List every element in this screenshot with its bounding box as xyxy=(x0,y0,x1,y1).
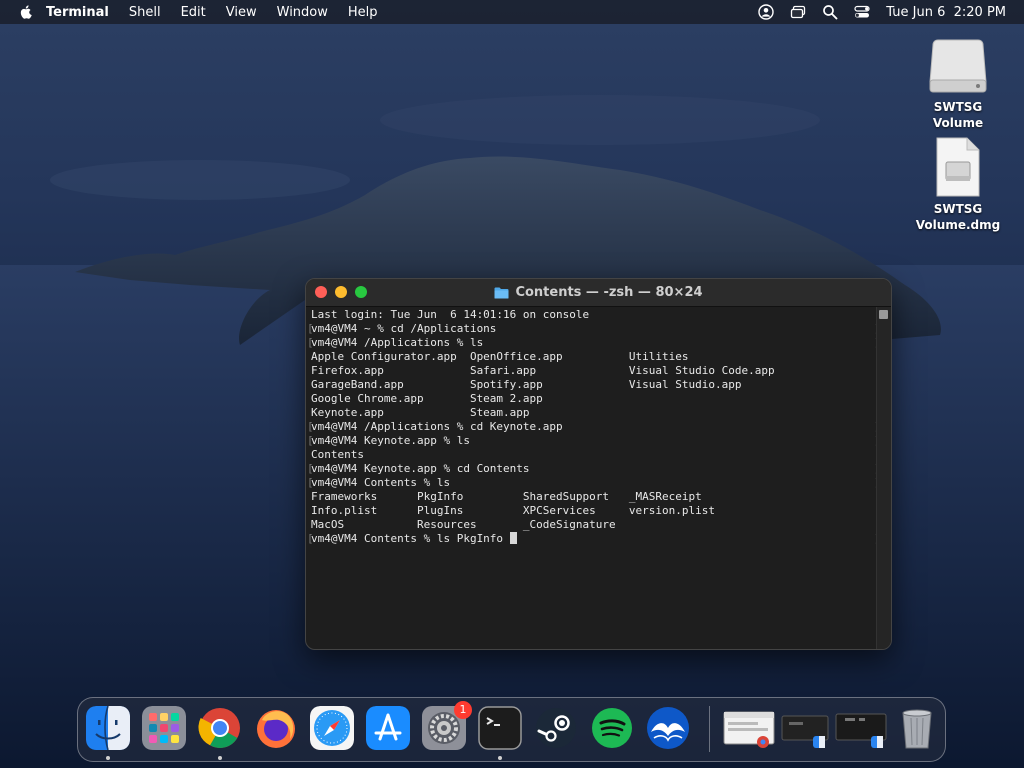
terminal-line: [vm4@VM4 Contents % ls] xyxy=(307,476,881,489)
terminal-line: Last login: Tue Jun 6 14:01:16 on consol… xyxy=(311,308,590,321)
spotlight-search-icon[interactable] xyxy=(822,4,838,20)
terminal-scrollbar[interactable] xyxy=(876,307,891,649)
running-indicator xyxy=(218,756,222,760)
user-account-icon[interactable] xyxy=(758,4,774,20)
spotify-icon[interactable] xyxy=(590,706,634,750)
terminal-line: Info.plist PlugIns XPCServices version.p… xyxy=(311,504,715,517)
disk-icon xyxy=(929,39,987,93)
menu-help[interactable]: Help xyxy=(348,5,378,20)
menu-view[interactable]: View xyxy=(226,5,257,20)
menu-bar: Terminal Shell Edit View Window Help Tue… xyxy=(0,0,1024,24)
dmg-file-icon xyxy=(936,137,980,197)
terminal-prompt-line[interactable]: [vm4@VM4 Contents % ls PkgInfo ] xyxy=(307,532,881,546)
terminal-line: [vm4@VM4 ~ % cd /Applications] xyxy=(307,322,881,335)
folder-icon xyxy=(494,287,509,298)
openoffice-icon[interactable] xyxy=(646,706,690,750)
terminal-line: Apple Configurator.app OpenOffice.app Ut… xyxy=(311,350,689,363)
desktop-icon-swtsg-volume-dmg[interactable]: SWTSG Volume.dmg xyxy=(908,136,1008,233)
menu-shell[interactable]: Shell xyxy=(129,5,161,20)
menu-extras: Tue Jun 6 2:20 PM xyxy=(758,0,1006,24)
minimized-finder-window-icon[interactable] xyxy=(835,706,887,750)
launchpad-icon[interactable] xyxy=(142,706,186,750)
terminal-line: Keynote.app Steam.app xyxy=(311,406,530,419)
terminal-title: Contents — -zsh — 80×24 xyxy=(515,285,703,300)
window-controls xyxy=(315,286,367,298)
desktop-icon-label: SWTSG Volume xyxy=(932,100,984,130)
desktop-icon-label-line2: Volume.dmg xyxy=(915,218,1001,232)
terminal-line: Firefox.app Safari.app Visual Studio Cod… xyxy=(311,364,775,377)
terminal-line: [vm4@VM4 Keynote.app % ls] xyxy=(307,434,881,447)
terminal-line: Contents xyxy=(311,448,364,461)
menu-window[interactable]: Window xyxy=(277,5,328,20)
steam-icon[interactable] xyxy=(534,706,578,750)
terminal-window[interactable]: Contents — -zsh — 80×24 Last login: Tue … xyxy=(305,278,892,650)
terminal-line: GarageBand.app Spotify.app Visual Studio… xyxy=(311,378,742,391)
safari-icon[interactable] xyxy=(310,706,354,750)
text-cursor xyxy=(509,532,517,544)
chrome-icon[interactable] xyxy=(198,706,242,750)
dock: 1 xyxy=(77,697,946,762)
trash-icon[interactable] xyxy=(895,706,939,750)
finder-icon[interactable] xyxy=(86,706,130,750)
terminal-line: Frameworks PkgInfo SharedSupport _MASRec… xyxy=(311,490,702,503)
minimized-chrome-window-icon[interactable] xyxy=(723,706,775,750)
terminal-titlebar[interactable]: Contents — -zsh — 80×24 xyxy=(306,279,891,307)
close-window-button[interactable] xyxy=(315,286,327,298)
notification-badge: 1 xyxy=(454,701,472,719)
apple-logo-icon[interactable] xyxy=(18,4,34,20)
minimized-finder-window-icon[interactable] xyxy=(781,706,829,750)
firefox-icon[interactable] xyxy=(254,706,298,750)
terminal-icon[interactable] xyxy=(478,706,522,750)
control-center-icon[interactable] xyxy=(854,4,870,20)
scroll-marker-icon[interactable] xyxy=(879,310,888,319)
dock-separator xyxy=(709,706,710,752)
desktop-icon-label-line1: SWTSG xyxy=(933,202,983,216)
terminal-line: MacOS Resources _CodeSignature xyxy=(311,518,616,531)
zoom-window-button[interactable] xyxy=(355,286,367,298)
menu-clock[interactable]: Tue Jun 6 2:20 PM xyxy=(886,5,1006,20)
terminal-line: Google Chrome.app Steam 2.app xyxy=(311,392,543,405)
terminal-output[interactable]: Last login: Tue Jun 6 14:01:16 on consol… xyxy=(306,307,881,649)
terminal-line: [vm4@VM4 /Applications % cd Keynote.app] xyxy=(307,420,881,433)
screen-mirroring-icon[interactable] xyxy=(790,4,806,20)
app-store-icon[interactable] xyxy=(366,706,410,750)
desktop-icon-swtsg-volume[interactable]: SWTSG Volume xyxy=(908,34,1008,131)
menu-edit[interactable]: Edit xyxy=(181,5,206,20)
running-indicator xyxy=(498,756,502,760)
running-indicator xyxy=(106,756,110,760)
terminal-line: [vm4@VM4 /Applications % ls] xyxy=(307,336,881,349)
system-settings-app[interactable]: 1 xyxy=(422,701,472,750)
menu-app-name[interactable]: Terminal xyxy=(46,5,109,20)
minimize-window-button[interactable] xyxy=(335,286,347,298)
terminal-line: [vm4@VM4 Keynote.app % cd Contents] xyxy=(307,462,881,475)
